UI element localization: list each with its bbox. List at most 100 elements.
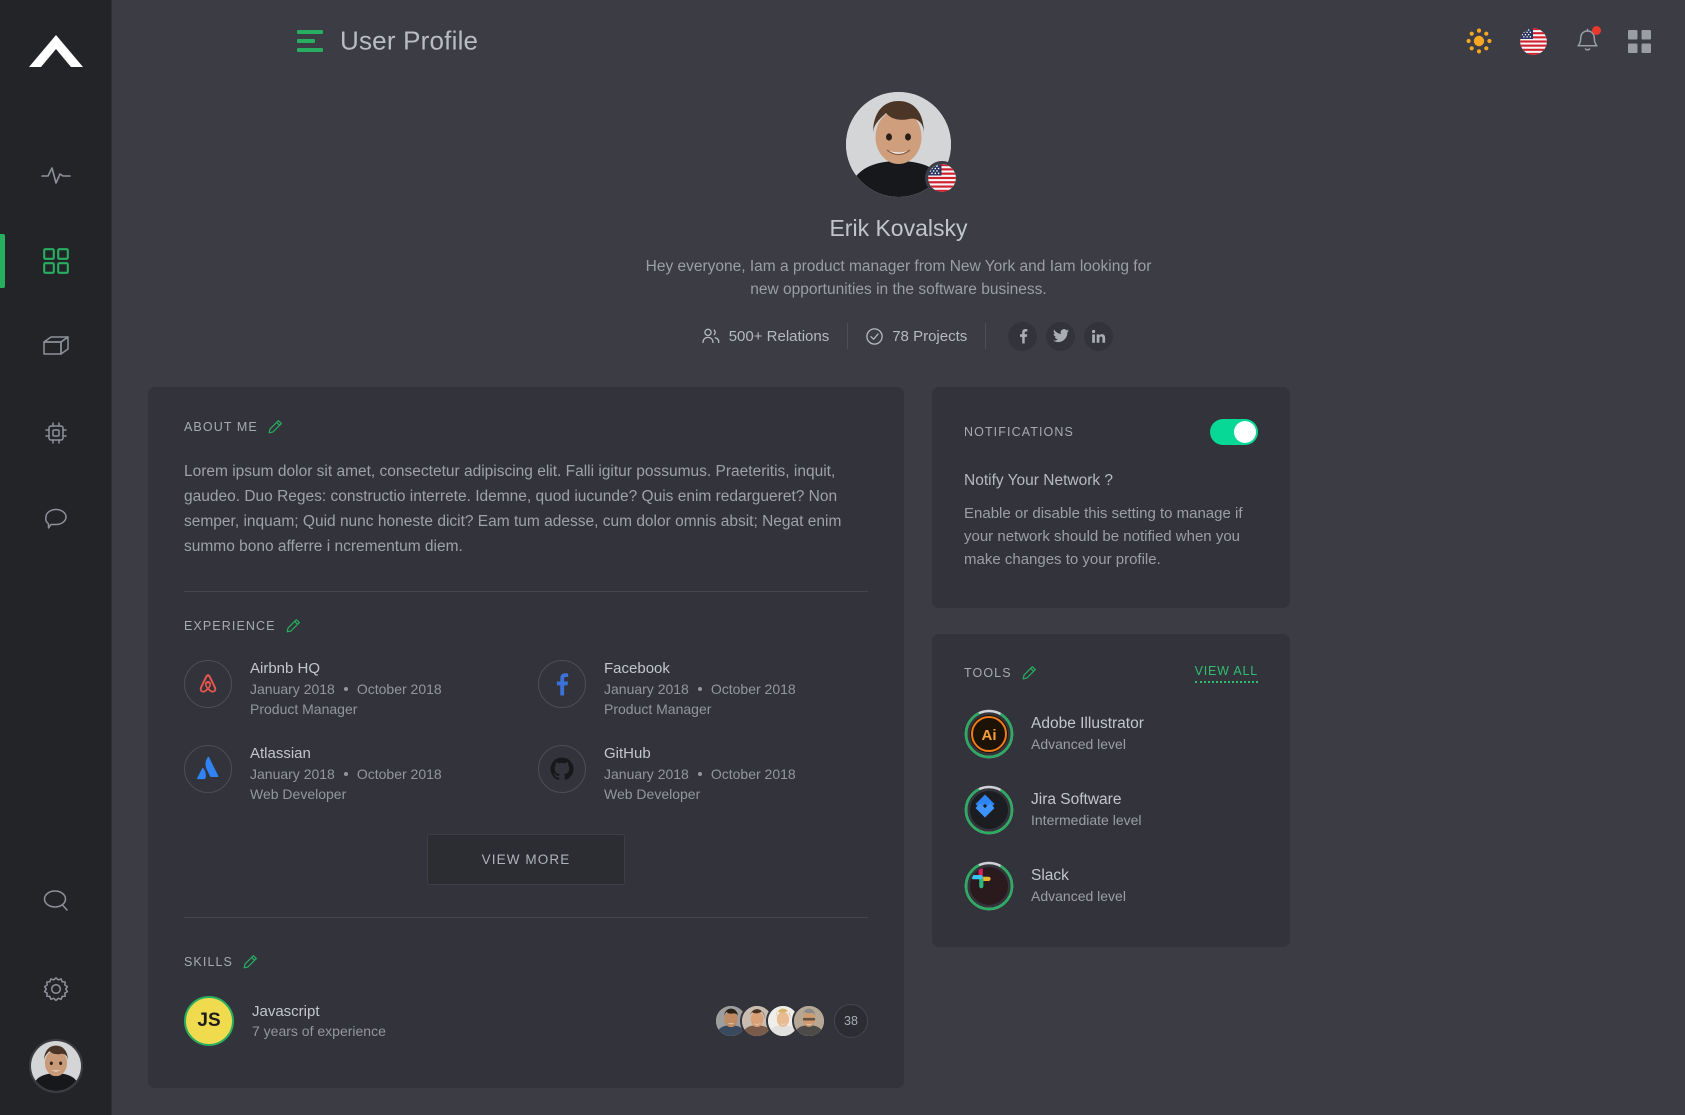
notifications-toggle[interactable] bbox=[1210, 418, 1258, 445]
endorser-avatar[interactable] bbox=[792, 1004, 826, 1039]
pencil-icon[interactable] bbox=[267, 419, 283, 435]
usa-flag-image bbox=[1520, 27, 1547, 55]
grid-icon bbox=[42, 248, 69, 274]
tool-meta: Adobe Illustrator Advanced level bbox=[1031, 715, 1144, 752]
pulse-icon bbox=[40, 167, 71, 184]
app-root: User Profile Erik Kovalsky Hey everyone,… bbox=[0, 0, 1685, 1115]
tools-title-group: TOOLS bbox=[964, 665, 1037, 681]
tool-item[interactable]: Slack Advanced level bbox=[964, 861, 1258, 911]
pencil-glyph bbox=[286, 619, 300, 633]
topbar-actions bbox=[1466, 25, 1651, 55]
experience-item-meta: Airbnb HQ January 2018 October 2018 Prod… bbox=[250, 660, 442, 717]
tool-name: Slack bbox=[1031, 867, 1069, 885]
profile-avatar-wrap bbox=[846, 92, 959, 197]
sidebar-item-dashboard[interactable] bbox=[0, 218, 111, 304]
tool-item[interactable]: Jira Software Intermediate level bbox=[964, 785, 1258, 835]
tool-name: Adobe Illustrator bbox=[1031, 715, 1144, 733]
stat-projects[interactable]: 78 Projects bbox=[848, 328, 985, 345]
airbnb-glyph bbox=[199, 674, 217, 693]
linkedin-icon bbox=[1092, 329, 1106, 343]
profile-header: Erik Kovalsky Hey everyone, Iam a produc… bbox=[112, 82, 1685, 351]
tool-name: Jira Software bbox=[1031, 791, 1122, 809]
javascript-icon: JS bbox=[184, 996, 234, 1047]
view-all-link[interactable]: VIEW ALL bbox=[1194, 664, 1258, 683]
experience-company: Atlassian bbox=[250, 745, 311, 763]
triangle-logo[interactable] bbox=[25, 22, 87, 84]
experience-company: Facebook bbox=[604, 660, 670, 678]
profile-details-card: ABOUT ME Lorem ipsum dolor sit amet, con… bbox=[148, 386, 904, 1089]
jira-icon bbox=[970, 790, 1008, 829]
about-text: Lorem ipsum dolor sit amet, consectetur … bbox=[184, 462, 842, 556]
twitter-link[interactable] bbox=[1046, 321, 1076, 351]
chip-icon bbox=[44, 422, 67, 444]
notifications-title: NOTIFICATIONS bbox=[964, 424, 1074, 439]
skills-title: SKILLS bbox=[184, 955, 233, 970]
experience-dates: January 2018 October 2018 bbox=[250, 681, 442, 697]
experience-section-header: EXPERIENCE bbox=[184, 618, 868, 634]
right-column: NOTIFICATIONS Notify Your Network ? Enab… bbox=[932, 386, 1290, 947]
profile-country-flag bbox=[925, 161, 959, 195]
experience-end: October 2018 bbox=[356, 766, 442, 783]
view-more-button[interactable]: VIEW MORE bbox=[426, 834, 626, 886]
experience-end: October 2018 bbox=[710, 681, 796, 698]
experience-item[interactable]: GitHub January 2018 October 2018 Web Dev… bbox=[538, 745, 868, 802]
sidebar-item-packages[interactable] bbox=[0, 304, 111, 390]
experience-start: January 2018 bbox=[604, 766, 689, 783]
endorser-count[interactable]: 38 bbox=[834, 1004, 868, 1039]
sidebar-item-devices[interactable] bbox=[0, 390, 111, 476]
experience-item[interactable]: Airbnb HQ January 2018 October 2018 Prod… bbox=[184, 660, 514, 717]
profile-stats: 500+ Relations 78 Projects bbox=[112, 321, 1685, 351]
tools-header: TOOLS VIEW ALL bbox=[964, 664, 1258, 683]
airbnb-icon bbox=[184, 660, 232, 709]
skill-item[interactable]: JS Javascript 7 years of experience 38 bbox=[184, 996, 868, 1047]
experience-start: January 2018 bbox=[250, 681, 335, 698]
experience-end: October 2018 bbox=[710, 766, 796, 783]
experience-start: January 2018 bbox=[604, 681, 689, 698]
notifications-description: Enable or disable this setting to manage… bbox=[964, 504, 1243, 569]
tools-title: TOOLS bbox=[964, 666, 1012, 681]
tool-meta: Slack Advanced level bbox=[1031, 867, 1126, 904]
facebook-link[interactable] bbox=[1008, 321, 1038, 351]
tool-item[interactable]: Ai Adobe Illustrator Advanced level bbox=[964, 709, 1258, 759]
hamburger-icon[interactable] bbox=[297, 30, 323, 52]
pencil-icon[interactable] bbox=[242, 954, 258, 970]
notifications-button[interactable] bbox=[1575, 25, 1601, 55]
skill-experience: 7 years of experience bbox=[252, 1023, 386, 1040]
experience-dates: January 2018 October 2018 bbox=[250, 766, 442, 782]
theme-toggle-button[interactable] bbox=[1466, 28, 1492, 54]
dot-separator bbox=[697, 687, 702, 692]
language-selector-button[interactable] bbox=[1520, 27, 1547, 55]
sidebar-item-messages[interactable] bbox=[0, 476, 111, 562]
experience-list: Airbnb HQ January 2018 October 2018 Prod… bbox=[184, 660, 868, 802]
facebook-icon bbox=[1019, 329, 1028, 344]
sidebar-item-search[interactable] bbox=[0, 857, 111, 945]
pencil-icon[interactable] bbox=[285, 618, 301, 634]
divider bbox=[184, 591, 868, 593]
facebook-icon bbox=[538, 660, 586, 709]
hamburger-line bbox=[297, 30, 323, 34]
experience-item-meta: Facebook January 2018 October 2018 Produ… bbox=[604, 660, 796, 717]
tool-progress-ring bbox=[964, 785, 1014, 835]
sidebar-item-settings[interactable] bbox=[0, 945, 111, 1033]
experience-item-meta: GitHub January 2018 October 2018 Web Dev… bbox=[604, 745, 796, 802]
apps-menu-button[interactable] bbox=[1628, 29, 1651, 53]
linkedin-link[interactable] bbox=[1084, 321, 1114, 351]
about-section-header: ABOUT ME bbox=[184, 419, 868, 435]
check-circle-icon bbox=[866, 328, 883, 345]
triangle-logo-icon bbox=[28, 35, 83, 67]
experience-item[interactable]: Facebook January 2018 October 2018 Produ… bbox=[538, 660, 868, 717]
skill-endorsers: 38 bbox=[714, 1004, 868, 1039]
hamburger-line bbox=[297, 39, 315, 43]
dot-separator bbox=[697, 772, 702, 777]
experience-dates: January 2018 October 2018 bbox=[604, 766, 796, 782]
experience-item[interactable]: Atlassian January 2018 October 2018 Web … bbox=[184, 745, 514, 802]
main-area: User Profile Erik Kovalsky Hey everyone,… bbox=[112, 0, 1685, 1115]
gear-icon bbox=[43, 977, 68, 1002]
experience-company: GitHub bbox=[604, 745, 651, 763]
view-more-wrap: VIEW MORE bbox=[184, 834, 868, 886]
pencil-icon[interactable] bbox=[1021, 665, 1037, 681]
sidebar-item-activity[interactable] bbox=[0, 132, 111, 218]
sidebar-user-avatar[interactable] bbox=[28, 1039, 83, 1093]
stat-relations[interactable]: 500+ Relations bbox=[684, 328, 848, 345]
dot-separator bbox=[343, 772, 348, 777]
